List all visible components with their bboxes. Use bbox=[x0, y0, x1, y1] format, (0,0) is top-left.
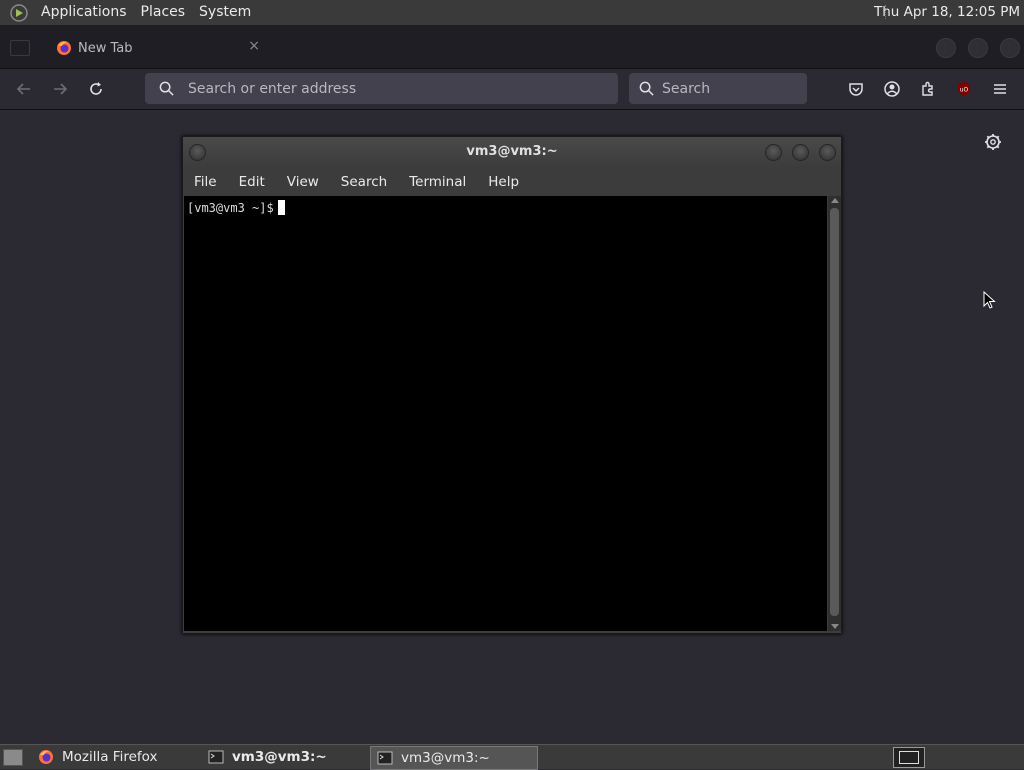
show-desktop-icon[interactable] bbox=[3, 749, 23, 766]
tab-strip: New Tab × bbox=[0, 26, 1024, 69]
menu-button[interactable] bbox=[990, 79, 1010, 99]
places-menu[interactable]: Places bbox=[134, 0, 193, 25]
address-placeholder: Search or enter address bbox=[188, 80, 357, 97]
terminal-title: vm3@vm3:~ bbox=[466, 144, 558, 159]
hamburger-menu-icon bbox=[994, 84, 1006, 94]
window-menu-button[interactable] bbox=[189, 144, 206, 161]
terminal-minimize-button[interactable] bbox=[765, 144, 782, 161]
ublock-origin-icon: uO bbox=[958, 82, 970, 96]
puzzle-icon bbox=[922, 81, 933, 96]
tab-close-icon[interactable]: × bbox=[248, 38, 260, 54]
menu-file[interactable]: File bbox=[183, 174, 228, 190]
forward-button[interactable] bbox=[50, 79, 70, 99]
gear-icon[interactable] bbox=[982, 131, 1004, 153]
maximize-window-button[interactable] bbox=[968, 38, 988, 58]
terminal-output[interactable]: [vm3@vm3 ~]$ bbox=[184, 196, 827, 631]
scroll-down-arrow-icon[interactable] bbox=[831, 624, 839, 629]
taskbar-item-terminal[interactable]: vm3@vm3:~ bbox=[202, 746, 368, 768]
forward-arrow-icon bbox=[54, 83, 68, 95]
terminal-scrollbar[interactable] bbox=[828, 196, 841, 631]
terminal-window[interactable]: vm3@vm3:~ File Edit View Search Terminal… bbox=[182, 136, 842, 634]
pocket-icon bbox=[849, 83, 863, 96]
terminal-maximize-button[interactable] bbox=[792, 144, 809, 161]
text-cursor bbox=[277, 200, 285, 215]
workspace-switcher[interactable] bbox=[893, 747, 925, 768]
shell-prompt: [vm3@vm3 ~]$ bbox=[187, 201, 274, 215]
top-panel: Applications Places System Thu Apr 18, 1… bbox=[0, 0, 1024, 26]
search-placeholder: Search bbox=[662, 80, 711, 97]
distro-logo-icon[interactable] bbox=[10, 3, 28, 22]
nav-bar: Search or enter address Search uO bbox=[0, 69, 1024, 110]
taskbar-item-firefox[interactable]: Mozilla Firefox bbox=[32, 746, 202, 768]
address-bar[interactable]: Search or enter address bbox=[145, 73, 618, 104]
reload-icon bbox=[90, 82, 102, 95]
extensions-button[interactable] bbox=[918, 79, 938, 99]
menu-search[interactable]: Search bbox=[330, 174, 398, 190]
search-icon bbox=[159, 81, 174, 96]
menu-help[interactable]: Help bbox=[477, 174, 530, 190]
terminal-titlebar[interactable]: vm3@vm3:~ bbox=[183, 137, 841, 167]
menu-view[interactable]: View bbox=[276, 174, 330, 190]
terminal-close-button[interactable] bbox=[819, 144, 836, 161]
search-icon bbox=[639, 81, 654, 96]
back-arrow-icon bbox=[16, 83, 30, 95]
svg-text:uO: uO bbox=[960, 87, 969, 94]
taskbar-label: vm3@vm3:~ bbox=[401, 750, 490, 766]
terminal-menubar: File Edit View Search Terminal Help bbox=[183, 168, 841, 196]
taskbar-label: vm3@vm3:~ bbox=[232, 749, 327, 765]
menu-edit[interactable]: Edit bbox=[228, 174, 276, 190]
applications-menu[interactable]: Applications bbox=[34, 0, 134, 25]
search-bar[interactable]: Search bbox=[629, 73, 807, 104]
taskbar-label: Mozilla Firefox bbox=[62, 749, 158, 765]
menu-terminal[interactable]: Terminal bbox=[398, 174, 477, 190]
reload-button[interactable] bbox=[86, 79, 106, 99]
pocket-button[interactable] bbox=[846, 79, 866, 99]
firefox-icon bbox=[57, 41, 71, 55]
back-button[interactable] bbox=[14, 79, 34, 99]
terminal-icon bbox=[377, 751, 393, 765]
firefox-icon bbox=[39, 750, 53, 764]
mouse-pointer-icon bbox=[983, 291, 996, 309]
account-icon bbox=[884, 81, 900, 97]
scrollbar-thumb[interactable] bbox=[830, 208, 839, 616]
ublock-button[interactable]: uO bbox=[954, 79, 974, 99]
clock[interactable]: Thu Apr 18, 12:05 PM bbox=[874, 0, 1020, 25]
system-menu[interactable]: System bbox=[192, 0, 258, 25]
close-window-button[interactable] bbox=[1000, 38, 1020, 58]
shell-prompt-line: [vm3@vm3 ~]$ bbox=[187, 200, 285, 215]
tab-overview-icon[interactable] bbox=[10, 40, 30, 56]
tab-new-tab[interactable]: New Tab × bbox=[40, 32, 270, 64]
taskbar-item-terminal-active[interactable]: vm3@vm3:~ bbox=[370, 746, 538, 770]
terminal-icon bbox=[208, 750, 224, 764]
minimize-window-button[interactable] bbox=[936, 38, 956, 58]
scroll-up-arrow-icon[interactable] bbox=[831, 198, 839, 203]
tab-label: New Tab bbox=[78, 40, 133, 56]
bottom-panel: Mozilla Firefox vm3@vm3:~ vm3@vm3:~ bbox=[0, 744, 1024, 770]
account-button[interactable] bbox=[882, 79, 902, 99]
